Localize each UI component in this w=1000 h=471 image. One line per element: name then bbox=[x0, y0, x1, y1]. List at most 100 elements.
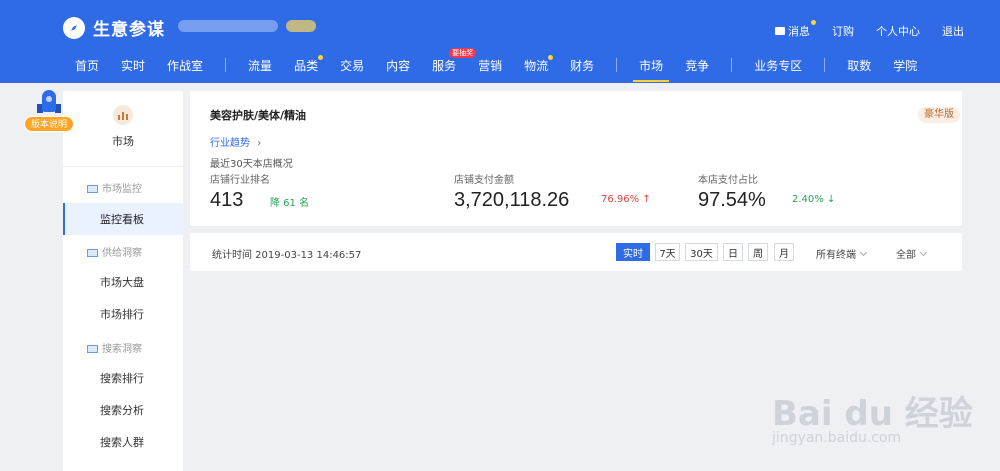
share-change: 2.40% ↓ bbox=[792, 194, 835, 205]
building-icon bbox=[87, 247, 98, 257]
edition-badge: 豪华版 bbox=[918, 107, 960, 123]
nav-trade[interactable]: 交易 bbox=[340, 57, 364, 74]
scope-filter-dropdown[interactable]: 全部 bbox=[896, 246, 928, 261]
sidebar-title: 市场 bbox=[112, 135, 134, 148]
time-range-bar: 统计时间 2019-03-13 14:46:57 实时 7天 30天 日 周 月… bbox=[190, 233, 962, 271]
top-header: 生意参谋 消息 订购 个人中心 退出 首页 实时 作战室 流量 品类 交易 内容… bbox=[0, 0, 1000, 83]
nav-content[interactable]: 内容 bbox=[386, 57, 410, 74]
nav-logistics[interactable]: 物流 bbox=[524, 54, 554, 74]
range-realtime-button[interactable]: 实时 bbox=[616, 243, 650, 261]
main-nav: 首页 实时 作战室 流量 品类 交易 内容 服务 要抽奖 营销 物流 财务 市场… bbox=[75, 47, 917, 82]
range-30d-button[interactable]: 30天 bbox=[685, 243, 718, 261]
sidebar-group-supply-insight: 供给洞察 bbox=[63, 241, 183, 261]
rank-change: 降 61 名 bbox=[270, 198, 310, 209]
watermark-url: jingyan.baidu.com bbox=[772, 430, 902, 446]
trend-link-label: 行业趋势 bbox=[210, 138, 250, 149]
device-filter-dropdown[interactable]: 所有终端 bbox=[816, 246, 868, 261]
nav-service[interactable]: 服务 要抽奖 bbox=[432, 47, 477, 74]
change-value: 2.40% bbox=[792, 194, 824, 205]
nav-business-zone[interactable]: 业务专区 bbox=[754, 57, 802, 74]
nav-competition[interactable]: 竞争 bbox=[685, 57, 709, 74]
chevron-down-icon bbox=[859, 248, 868, 256]
range-7d-button[interactable]: 7天 bbox=[655, 243, 680, 261]
brand[interactable]: 生意参谋 bbox=[63, 15, 165, 40]
nav-traffic[interactable]: 流量 bbox=[248, 57, 272, 74]
arrow-up-icon: ↑ bbox=[642, 194, 651, 205]
messages-link[interactable]: 消息 bbox=[775, 20, 816, 39]
chevron-down-icon bbox=[919, 248, 928, 256]
baidu-watermark: Bai du 经验 jingyan.baidu.com bbox=[772, 372, 992, 462]
group-label: 市场监控 bbox=[102, 183, 142, 195]
messages-label: 消息 bbox=[788, 25, 810, 38]
sidebar-item-monitor-board[interactable]: 监控看板 bbox=[63, 203, 183, 235]
nav-divider bbox=[731, 58, 733, 72]
nav-divider bbox=[616, 58, 618, 72]
nav-marketing[interactable]: 营销 bbox=[478, 57, 502, 74]
nav-divider bbox=[824, 58, 826, 72]
account-name-blurred bbox=[178, 16, 318, 36]
nav-realtime[interactable]: 实时 bbox=[121, 57, 145, 74]
sidebar-group-search-insight: 搜索洞察 bbox=[63, 337, 183, 357]
sidebar-item-search-analysis[interactable]: 搜索分析 bbox=[63, 394, 183, 426]
nav-war-room[interactable]: 作战室 bbox=[167, 57, 203, 74]
notification-dot bbox=[811, 20, 816, 25]
group-label: 搜索洞察 bbox=[102, 343, 142, 355]
nav-academy[interactable]: 学院 bbox=[893, 57, 917, 74]
nav-data-fetch[interactable]: 取数 bbox=[847, 57, 871, 74]
sidebar: 市场 市场监控 监控看板 供给洞察 市场大盘 市场排行 搜索洞察 搜索排行 搜索… bbox=[63, 91, 183, 471]
nav-market[interactable]: 市场 bbox=[633, 57, 670, 82]
orders-link[interactable]: 订购 bbox=[832, 23, 854, 39]
building-icon bbox=[87, 343, 98, 353]
message-icon bbox=[775, 27, 785, 35]
sidebar-item-market-overview[interactable]: 市场大盘 bbox=[63, 266, 183, 298]
metric-value: 97.54% bbox=[698, 189, 766, 211]
notification-dot bbox=[318, 54, 324, 60]
version-notes-button[interactable]: 版本说明 bbox=[24, 90, 74, 136]
range-month-button[interactable]: 月 bbox=[774, 243, 794, 261]
scope-filter-value: 全部 bbox=[896, 250, 916, 261]
sidebar-header: 市场 bbox=[63, 91, 183, 167]
metric-label: 本店支付占比 bbox=[698, 175, 758, 186]
metric-value: 413 bbox=[210, 189, 244, 211]
payment-change: 76.96% ↑ bbox=[601, 194, 651, 205]
stat-time: 统计时间 2019-03-13 14:46:57 bbox=[212, 250, 362, 261]
compass-icon bbox=[63, 16, 85, 39]
range-week-button[interactable]: 周 bbox=[748, 243, 768, 261]
sidebar-item-search-crowd[interactable]: 搜索人群 bbox=[63, 426, 183, 458]
sidebar-group-market-monitor: 市场监控 bbox=[63, 177, 183, 197]
version-notes-label: 版本说明 bbox=[24, 116, 74, 132]
metric-rank: 店铺行业排名 413 bbox=[210, 171, 270, 212]
notification-dot bbox=[548, 54, 554, 60]
watermark-text: Bai du 经验 bbox=[772, 394, 973, 434]
nav-service-label: 服务 bbox=[432, 58, 457, 73]
change-value: 76.96% bbox=[601, 194, 640, 205]
building-icon bbox=[87, 183, 98, 193]
brand-title: 生意参谋 bbox=[93, 20, 165, 40]
market-chart-icon bbox=[113, 105, 133, 125]
profile-link[interactable]: 个人中心 bbox=[876, 23, 920, 39]
device-filter-value: 所有终端 bbox=[816, 250, 856, 261]
top-links: 消息 订购 个人中心 退出 bbox=[753, 20, 964, 39]
nav-divider bbox=[225, 58, 227, 72]
metric-label: 店铺支付金额 bbox=[454, 175, 514, 186]
sidebar-item-search-ranking[interactable]: 搜索排行 bbox=[63, 362, 183, 394]
metric-payment-share: 本店支付占比 97.54% bbox=[698, 171, 766, 212]
nav-home[interactable]: 首页 bbox=[75, 57, 99, 74]
lottery-badge: 要抽奖 bbox=[449, 47, 477, 58]
rocket-icon bbox=[42, 90, 56, 112]
arrow-down-icon: ↓ bbox=[826, 194, 836, 205]
sidebar-item-market-ranking[interactable]: 市场排行 bbox=[63, 298, 183, 330]
industry-title: 美容护肤/美体/精油 bbox=[210, 109, 307, 122]
nav-category[interactable]: 品类 bbox=[294, 54, 324, 74]
metric-label: 店铺行业排名 bbox=[210, 175, 270, 186]
industry-overview-card: 美容护肤/美体/精油 豪华版 行业趋势 › 最近30天本店概况 店铺行业排名 4… bbox=[190, 91, 962, 226]
range-day-button[interactable]: 日 bbox=[723, 243, 743, 261]
nav-logistics-label: 物流 bbox=[524, 58, 549, 73]
metric-payment-amount: 店铺支付金额 3,720,118.26 bbox=[454, 171, 569, 212]
industry-trend-link[interactable]: 行业趋势 › bbox=[210, 134, 261, 149]
nav-finance[interactable]: 财务 bbox=[570, 57, 594, 74]
nav-category-label: 品类 bbox=[294, 58, 319, 73]
chevron-right-icon: › bbox=[257, 138, 262, 149]
overview-label: 最近30天本店概况 bbox=[210, 159, 293, 170]
logout-link[interactable]: 退出 bbox=[942, 23, 964, 39]
